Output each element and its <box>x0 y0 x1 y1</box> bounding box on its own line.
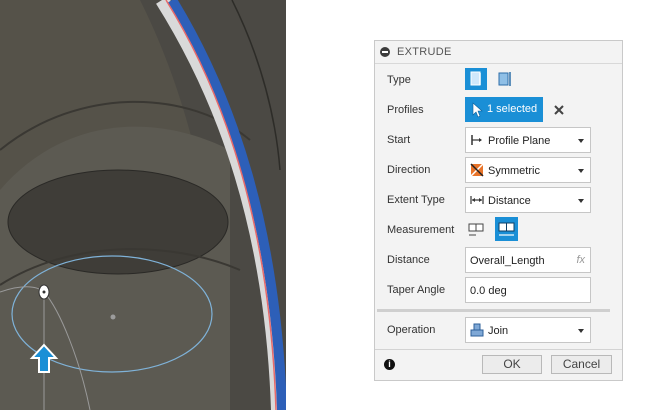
extent-type-value: Distance <box>488 195 531 207</box>
direction-label: Direction <box>387 164 431 176</box>
extrude-panel: EXTRUDE Type Profiles 1 selected Start P… <box>374 40 623 381</box>
taper-angle-input[interactable]: 0.0 deg <box>465 277 591 303</box>
profile-plane-icon <box>471 135 482 145</box>
viewport-edge <box>286 0 300 410</box>
extent-type-label: Extent Type <box>387 194 445 206</box>
symmetric-icon <box>470 163 484 177</box>
center-point <box>110 314 116 320</box>
panel-header[interactable]: EXTRUDE <box>375 41 622 64</box>
type-solid-button[interactable] <box>465 68 487 90</box>
chevron-down-icon <box>578 199 584 203</box>
model-canvas[interactable] <box>0 0 300 411</box>
hole-opening <box>7 169 229 275</box>
thin-extrude-icon <box>498 72 511 86</box>
ok-button[interactable]: OK <box>482 355 542 374</box>
direction-value: Symmetric <box>488 165 540 177</box>
half-length-icon <box>468 223 484 236</box>
profiles-select-button[interactable]: 1 selected <box>465 97 543 122</box>
whole-length-icon <box>498 222 515 236</box>
type-thin-button[interactable] <box>494 68 516 90</box>
taper-angle-label: Taper Angle <box>387 284 446 296</box>
operation-dropdown[interactable]: Join <box>465 317 591 343</box>
profiles-label: Profiles <box>387 104 424 116</box>
operation-label: Operation <box>387 324 436 336</box>
distance-icon <box>470 196 484 204</box>
collapse-icon[interactable] <box>380 47 390 57</box>
chevron-down-icon <box>578 329 584 333</box>
profiles-value: 1 selected <box>487 103 538 115</box>
direction-dropdown[interactable]: Symmetric <box>465 157 591 183</box>
measurement-half-button[interactable] <box>465 219 487 241</box>
solid-extrude-icon <box>470 71 481 86</box>
cancel-button[interactable]: Cancel <box>551 355 612 374</box>
taper-angle-value: 0.0 deg <box>470 285 507 297</box>
start-value: Profile Plane <box>488 135 551 147</box>
start-label: Start <box>387 134 411 146</box>
close-icon <box>554 105 564 115</box>
distance-input[interactable]: Overall_Length fx <box>465 247 591 273</box>
join-icon <box>470 323 484 337</box>
panel-title: EXTRUDE <box>397 46 452 58</box>
clear-selection-button[interactable] <box>552 103 566 117</box>
fx-icon[interactable]: fx <box>576 254 585 266</box>
section-divider <box>377 309 610 312</box>
footer-divider <box>375 349 622 350</box>
operation-value: Join <box>488 325 509 337</box>
chevron-down-icon <box>578 169 584 173</box>
distance-label: Distance <box>387 254 430 266</box>
extent-type-dropdown[interactable]: Distance <box>465 187 591 213</box>
measurement-whole-button[interactable] <box>495 217 518 241</box>
chevron-down-icon <box>578 139 584 143</box>
start-dropdown[interactable]: Profile Plane <box>465 127 591 153</box>
measurement-label: Measurement <box>387 224 455 236</box>
distance-value: Overall_Length <box>470 255 545 267</box>
type-label: Type <box>387 74 411 86</box>
info-icon[interactable]: i <box>384 359 395 370</box>
cursor-icon <box>472 102 483 118</box>
3d-viewport[interactable] <box>0 0 300 411</box>
